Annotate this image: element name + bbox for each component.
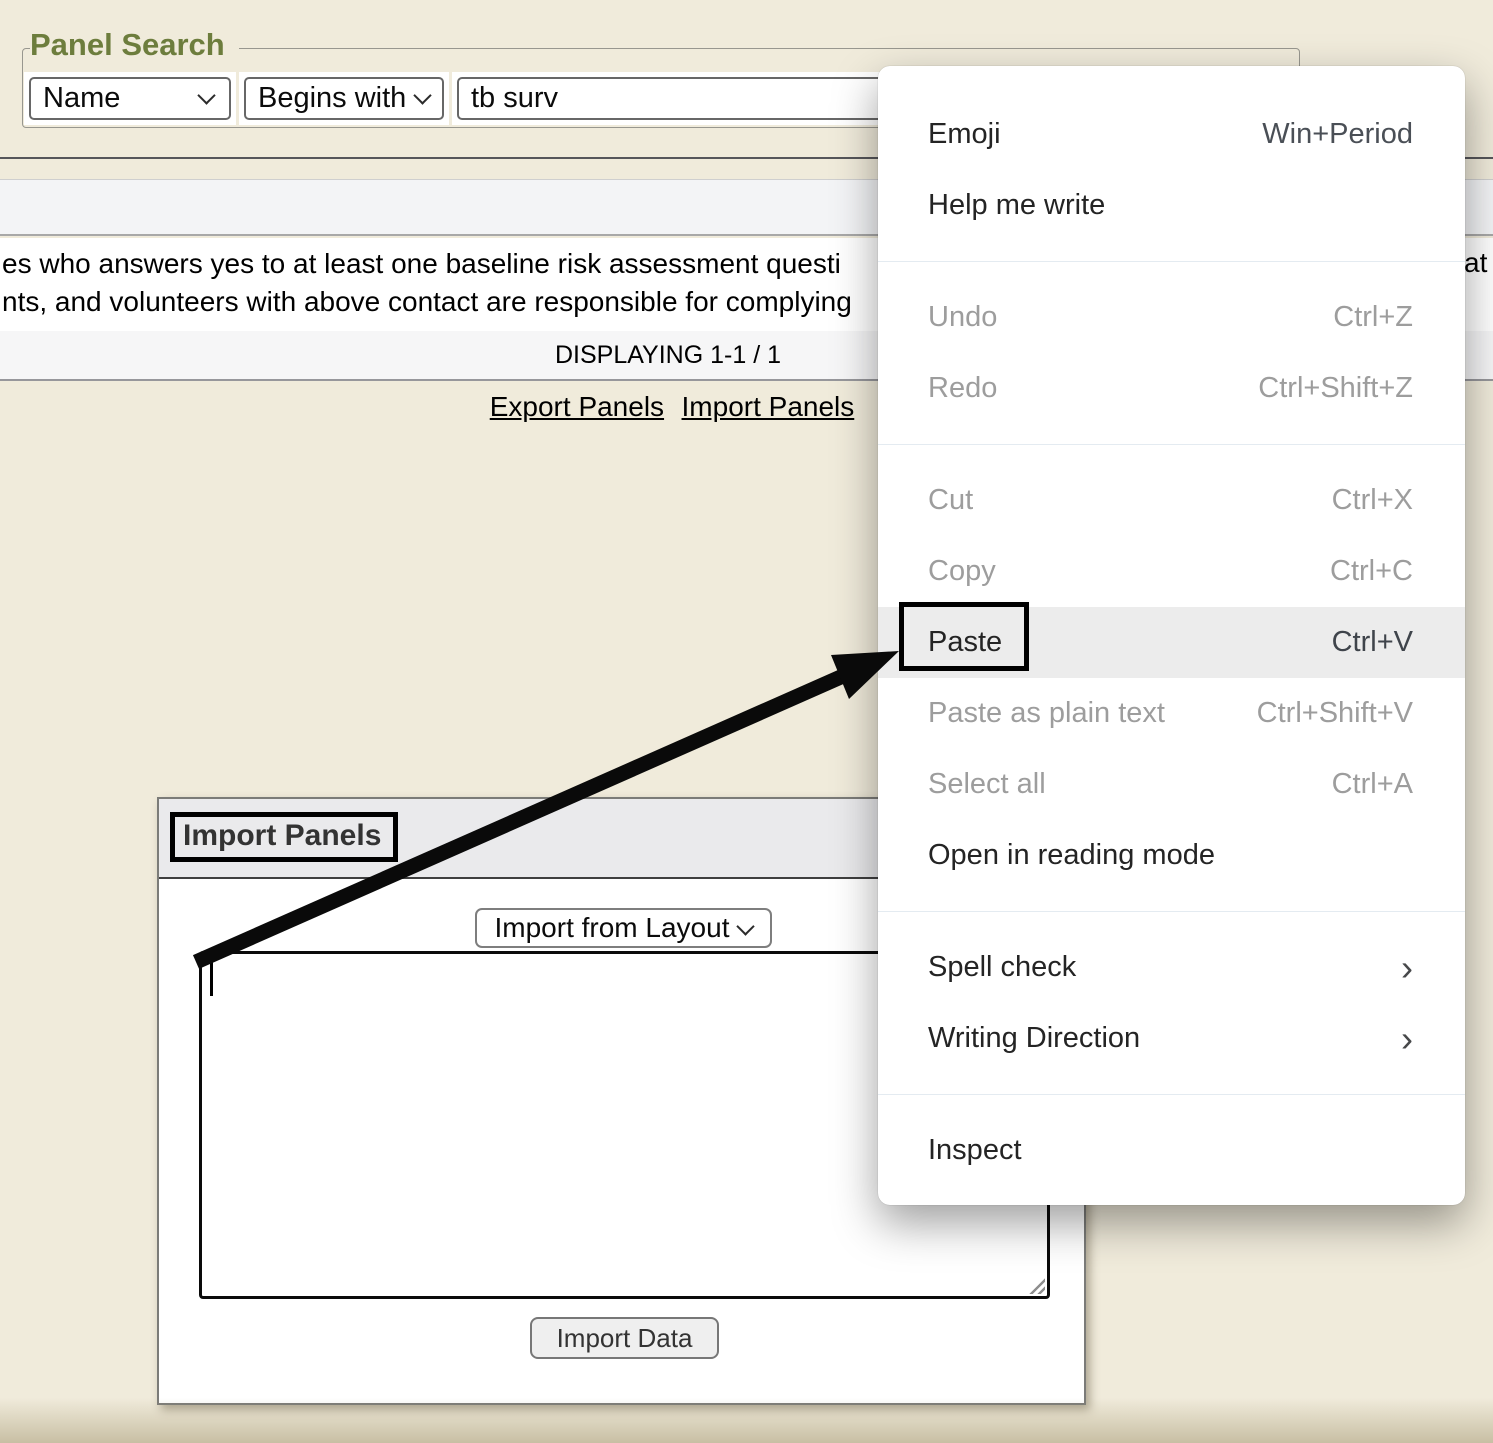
menu-item-copy[interactable]: Copy Ctrl+C xyxy=(878,536,1465,607)
result-row-line2: nts, and volunteers with above contact a… xyxy=(2,283,852,321)
menu-item-label: Open in reading mode xyxy=(928,839,1215,872)
menu-item-shortcut: Ctrl+Z xyxy=(1333,301,1413,334)
menu-item-redo[interactable]: Redo Ctrl+Shift+Z xyxy=(878,353,1465,424)
menu-item-shortcut: Win+Period xyxy=(1262,118,1413,151)
menu-item-label: Paste xyxy=(928,626,1002,659)
menu-separator xyxy=(878,1094,1465,1095)
menu-item-label: Paste as plain text xyxy=(928,697,1165,730)
menu-item-shortcut: Ctrl+C xyxy=(1330,555,1413,588)
import-source-select[interactable]: Import from Layout xyxy=(475,908,772,948)
chevron-down-icon xyxy=(414,86,432,104)
context-menu: Emoji Win+Period Help me write Undo Ctrl… xyxy=(878,66,1465,1205)
result-row-overflow-fragment: at xyxy=(1464,247,1487,279)
menu-item-label: Cut xyxy=(928,484,973,517)
menu-item-label: Spell check xyxy=(928,951,1076,984)
chevron-down-icon xyxy=(197,86,215,104)
import-source-select-value: Import from Layout xyxy=(495,912,730,944)
menu-item-label: Copy xyxy=(928,555,996,588)
menu-item-emoji[interactable]: Emoji Win+Period xyxy=(878,99,1465,170)
resize-handle-icon[interactable] xyxy=(1028,1277,1045,1294)
menu-item-undo[interactable]: Undo Ctrl+Z xyxy=(878,282,1465,353)
menu-item-label: Undo xyxy=(928,301,997,334)
menu-item-select-all[interactable]: Select all Ctrl+A xyxy=(878,749,1465,820)
search-field-select-wrap: Name xyxy=(24,72,236,125)
menu-item-shortcut: Ctrl+Shift+Z xyxy=(1258,372,1413,405)
chevron-down-icon xyxy=(737,917,755,935)
menu-item-writing-direction[interactable]: Writing Direction › xyxy=(878,1003,1465,1074)
menu-item-spell-check[interactable]: Spell check › xyxy=(878,932,1465,1003)
menu-item-inspect[interactable]: Inspect xyxy=(878,1115,1465,1186)
search-operator-select-wrap: Begins with xyxy=(239,72,449,125)
menu-item-label: Redo xyxy=(928,372,997,405)
import-panels-dialog-title: Import Panels xyxy=(183,819,381,852)
panel-search-legend: Panel Search xyxy=(30,27,239,63)
import-data-button[interactable]: Import Data xyxy=(530,1317,719,1359)
text-caret xyxy=(210,960,213,996)
search-field-select[interactable]: Name xyxy=(29,77,231,120)
result-row-line1: es who answers yes to at least one basel… xyxy=(2,245,852,283)
menu-item-shortcut: Ctrl+Shift+V xyxy=(1257,697,1413,730)
menu-separator xyxy=(878,911,1465,912)
menu-item-shortcut: Ctrl+X xyxy=(1332,484,1413,517)
search-operator-select[interactable]: Begins with xyxy=(244,77,444,120)
menu-item-label: Help me write xyxy=(928,189,1105,222)
export-panels-link[interactable]: Export Panels xyxy=(490,391,664,422)
title-annotation-box: Import Panels xyxy=(170,812,398,862)
menu-item-help-me-write[interactable]: Help me write xyxy=(878,170,1465,241)
menu-item-label: Inspect xyxy=(928,1134,1022,1167)
chevron-right-icon: › xyxy=(1401,1021,1413,1057)
menu-separator xyxy=(878,261,1465,262)
menu-item-label: Writing Direction xyxy=(928,1022,1140,1055)
result-row-text: es who answers yes to at least one basel… xyxy=(2,245,852,321)
menu-item-cut[interactable]: Cut Ctrl+X xyxy=(878,465,1465,536)
menu-item-label: Emoji xyxy=(928,118,1001,151)
chevron-right-icon: › xyxy=(1401,950,1413,986)
search-field-select-value: Name xyxy=(43,82,120,115)
menu-separator xyxy=(878,444,1465,445)
menu-item-open-in-reading-mode[interactable]: Open in reading mode xyxy=(878,820,1465,891)
menu-item-paste-as-plain-text[interactable]: Paste as plain text Ctrl+Shift+V xyxy=(878,678,1465,749)
menu-item-shortcut: Ctrl+A xyxy=(1332,768,1413,801)
search-operator-select-value: Begins with xyxy=(258,82,406,115)
import-panels-link[interactable]: Import Panels xyxy=(682,391,855,422)
menu-item-shortcut: Ctrl+V xyxy=(1332,626,1413,659)
menu-item-paste[interactable]: Paste Ctrl+V xyxy=(878,607,1465,678)
menu-item-label: Select all xyxy=(928,768,1046,801)
